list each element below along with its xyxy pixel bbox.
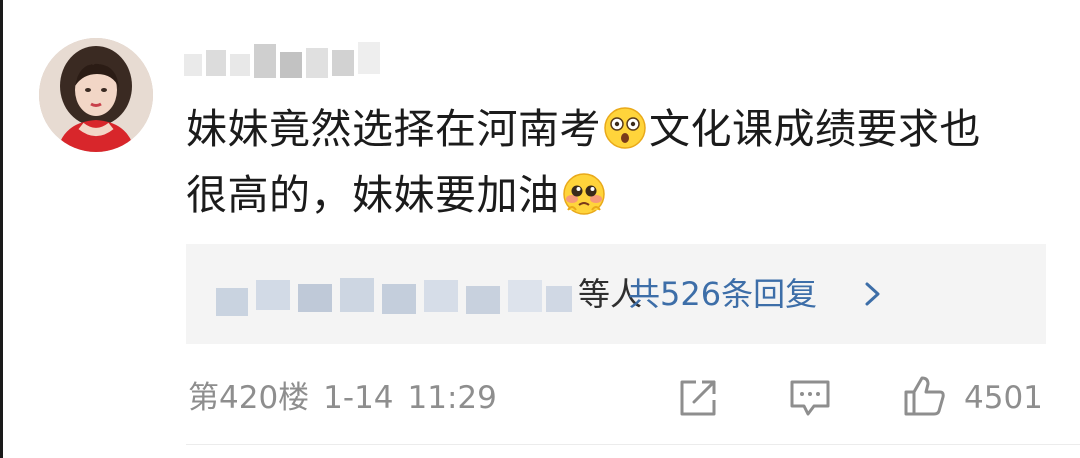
comment-line1-part2: 文化课成绩要求也 <box>649 105 981 153</box>
share-icon[interactable] <box>674 374 722 422</box>
reply-users-blurred <box>216 272 578 318</box>
comment-time: 11:29 <box>407 380 497 416</box>
divider <box>186 444 1080 445</box>
thumbs-up-icon[interactable] <box>900 372 948 420</box>
shocked-face-icon <box>604 107 646 149</box>
comment-line2-part1: 很高的，妹妹要加油 <box>186 171 560 219</box>
floor-number: 第420楼 <box>188 380 310 416</box>
window-edge <box>0 0 3 458</box>
comment-line1-part1: 妹妹竟然选择在河南考 <box>186 105 601 153</box>
comment-text: 妹妹竟然选择在河南考 文化课成绩要求也 很高的，妹妹要加油 <box>186 96 1046 228</box>
like-count: 4501 <box>964 380 1043 416</box>
chevron-right-icon[interactable] <box>862 278 884 310</box>
avatar[interactable] <box>39 38 153 152</box>
reply-count-link[interactable]: 共526条回复 <box>628 274 817 314</box>
avatar-image <box>39 38 153 152</box>
replies-preview[interactable]: 等人 共526条回复 <box>186 244 1046 344</box>
comment-date: 1-14 <box>323 380 394 416</box>
comment-icon[interactable] <box>786 374 834 422</box>
pleading-face-icon <box>562 173 605 215</box>
comment-meta: 第420楼 1-14 11:29 <box>188 378 511 418</box>
username-blurred[interactable] <box>184 40 384 84</box>
